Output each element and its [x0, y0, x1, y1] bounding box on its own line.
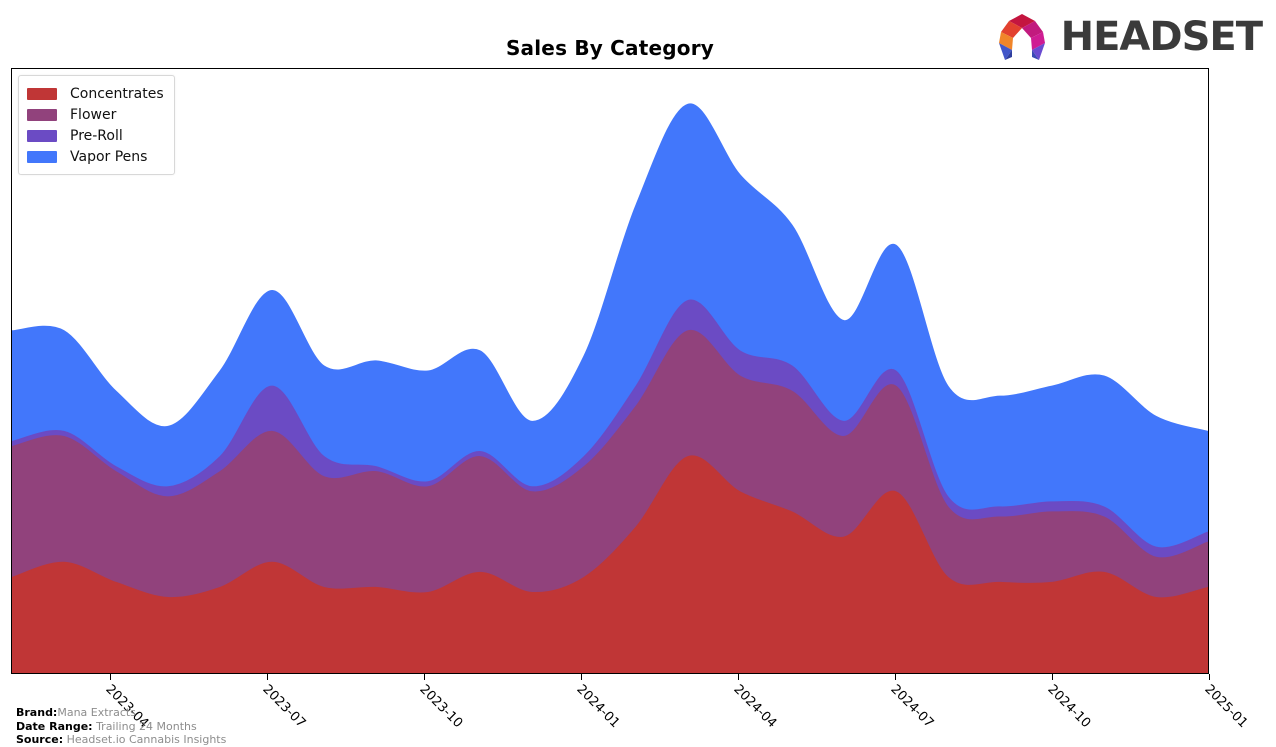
- legend-swatch-concentrates: [27, 87, 57, 100]
- chart-legend: Concentrates Flower Pre-Roll Vapor Pens: [18, 75, 175, 175]
- x-axis-tick-label: 2023-07: [259, 682, 309, 732]
- headset-logo: HEADSET: [991, 12, 1263, 62]
- x-axis-tick-mark: [267, 674, 268, 680]
- legend-item-preroll[interactable]: Pre-Roll: [27, 125, 164, 146]
- footnote-date-range: Date Range: Trailing 24 Months: [16, 720, 226, 734]
- legend-swatch-preroll: [27, 129, 57, 142]
- x-axis-tick-mark: [424, 674, 425, 680]
- legend-item-concentrates[interactable]: Concentrates: [27, 83, 164, 104]
- x-axis-tick-mark: [110, 674, 111, 680]
- footnote-source: Source: Headset.io Cannabis Insights: [16, 733, 226, 747]
- x-axis-tick-label: 2024-04: [730, 682, 780, 732]
- legend-swatch-vaporpens: [27, 150, 57, 163]
- legend-label-preroll: Pre-Roll: [70, 127, 123, 144]
- legend-item-flower[interactable]: Flower: [27, 104, 164, 125]
- x-axis-tick-mark: [581, 674, 582, 680]
- x-axis-tick-mark: [1209, 674, 1210, 680]
- headset-mark-icon: [998, 14, 1045, 60]
- x-axis-tick-mark: [738, 674, 739, 680]
- footnote-source-key: Source:: [16, 733, 64, 746]
- footnote-brand: Brand:Mana Extracts: [16, 706, 226, 720]
- chart-footnote: Brand:Mana Extracts Date Range: Trailing…: [16, 706, 226, 747]
- x-axis-tick-label: 2024-07: [887, 682, 937, 732]
- x-axis-tick-label: 2023-10: [416, 682, 466, 732]
- footnote-brand-key: Brand:: [16, 706, 58, 719]
- x-axis-tick-mark: [895, 674, 896, 680]
- legend-label-concentrates: Concentrates: [70, 85, 164, 102]
- x-axis-tick-label: 2024-01: [573, 682, 623, 732]
- footnote-source-value: Headset.io Cannabis Insights: [66, 733, 227, 746]
- headset-wordmark: HEADSET: [1060, 14, 1263, 60]
- legend-label-vaporpens: Vapor Pens: [70, 148, 148, 165]
- x-axis-tick-label: 2024-10: [1044, 682, 1094, 732]
- chart-plot-area: Concentrates Flower Pre-Roll Vapor Pens: [11, 68, 1209, 674]
- footnote-brand-value: Mana Extracts: [57, 706, 136, 719]
- x-axis-tick-mark: [1052, 674, 1053, 680]
- legend-label-flower: Flower: [70, 106, 117, 123]
- legend-item-vaporpens[interactable]: Vapor Pens: [27, 146, 164, 167]
- footnote-date-range-value: Trailing 24 Months: [96, 719, 197, 733]
- footnote-date-range-key: Date Range:: [16, 719, 93, 733]
- x-axis-tick-label: 2025-01: [1201, 682, 1251, 732]
- stacked-area-chart: [12, 103, 1208, 673]
- legend-swatch-flower: [27, 108, 57, 121]
